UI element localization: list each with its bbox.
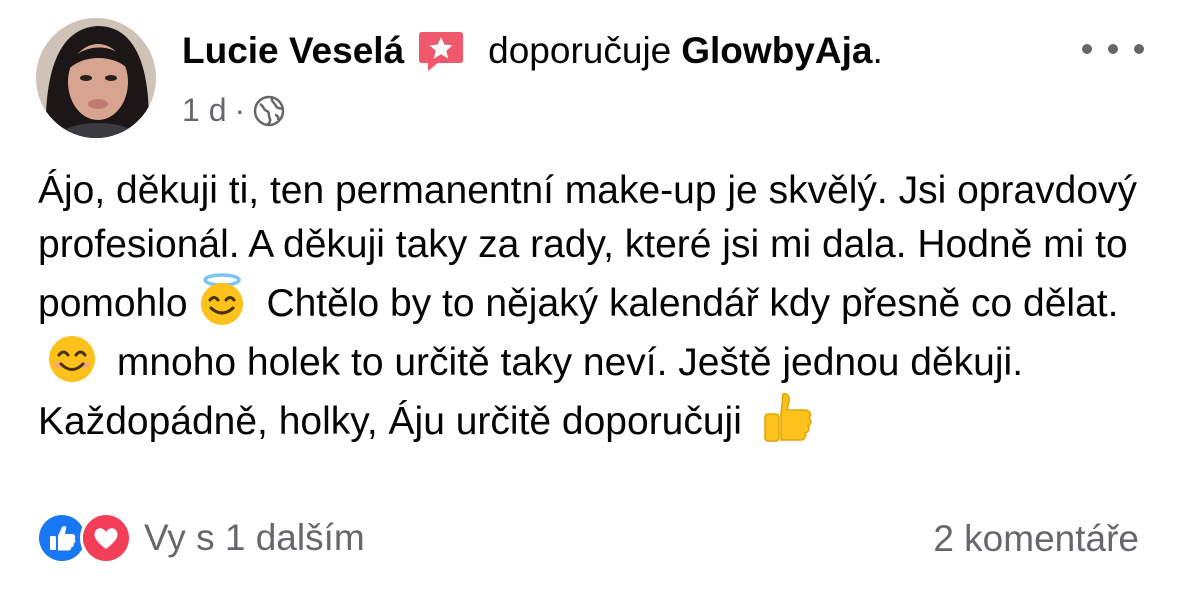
page-name-link[interactable]: GlowbyAja — [681, 26, 872, 76]
more-dot — [1108, 44, 1118, 54]
more-options-icon[interactable] — [1082, 34, 1144, 64]
post-time[interactable]: 1 d — [182, 88, 226, 132]
smiling-face-icon — [44, 331, 100, 387]
comments-count-link[interactable]: 2 komentáře — [933, 514, 1139, 564]
thumbs-up-icon — [759, 390, 815, 446]
post-card: Lucie Veselá doporučuje GlowbyAja . 1 d … — [0, 0, 1179, 595]
page-name-suffix: . — [872, 30, 883, 71]
post-header: Lucie Veselá doporučuje GlowbyAja . — [182, 26, 883, 76]
post-text-part-2: Chtělo by to nějaký kalendář kdy přesně … — [266, 282, 1119, 325]
recommendation-star-icon — [416, 26, 466, 76]
author-avatar[interactable] — [36, 18, 156, 138]
globe-icon[interactable] — [253, 94, 285, 127]
meta-separator: · — [234, 92, 246, 128]
action-verb: doporučuje — [488, 30, 672, 71]
love-reaction-icon — [80, 512, 132, 564]
post-meta: 1 d · — [182, 88, 285, 132]
post-text: Ájo, děkuji ti, ten permanentní make-up … — [38, 164, 1148, 449]
post-text-part-3: mnoho holek to určitě taky neví. Ještě j… — [38, 341, 1024, 443]
more-dot — [1134, 44, 1144, 54]
reactions-summary[interactable]: Vy s 1 dalším — [36, 512, 365, 564]
reactions-label[interactable]: Vy s 1 dalším — [144, 517, 365, 559]
author-name[interactable]: Lucie Veselá — [182, 26, 404, 76]
more-dot — [1082, 44, 1092, 54]
smiling-face-with-halo-icon — [194, 272, 250, 328]
